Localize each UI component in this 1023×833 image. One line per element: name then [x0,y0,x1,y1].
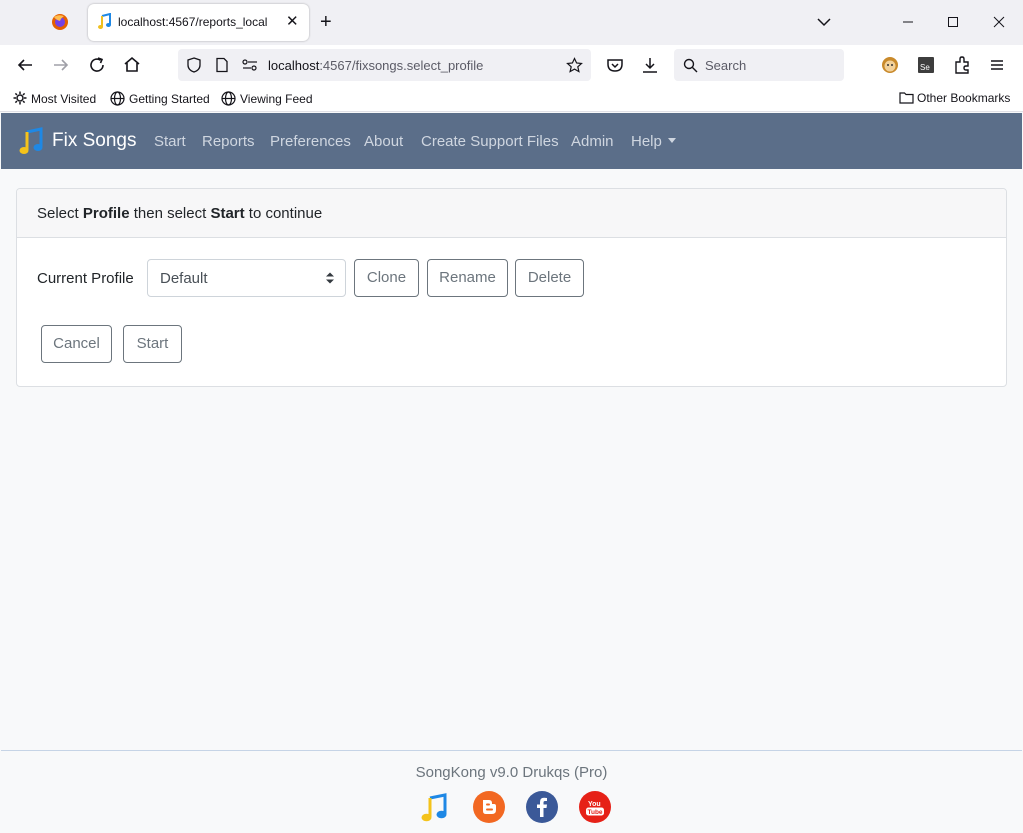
reload-icon[interactable] [85,53,109,77]
clone-button[interactable]: Clone [354,259,419,297]
songkong-icon[interactable] [419,791,451,823]
start-button[interactable]: Start [123,325,182,363]
card-instruction: Select Profile then select Start to cont… [37,205,322,222]
bookmarks-toolbar: Most Visited Getting Started Viewing Fee… [0,85,1023,112]
back-icon[interactable] [13,53,37,77]
pocket-icon[interactable] [603,53,627,77]
profile-card: Select Profile then select Start to cont… [16,188,1007,387]
tab-strip: localhost:4567/reports_local ✕ + [0,0,1023,45]
home-icon[interactable] [120,53,144,77]
instruction-part: to continue [244,205,323,222]
instruction-profile: Profile [82,205,130,222]
bookmark-label: Viewing Feed [240,92,313,106]
search-placeholder: Search [705,58,747,73]
cancel-button[interactable]: Cancel [41,325,112,363]
delete-button[interactable]: Delete [515,259,584,297]
folder-icon [899,92,914,104]
caret-down-icon [667,138,676,143]
tab-title: localhost:4567/reports_local [118,15,268,29]
globe-icon [110,91,125,106]
nav-start[interactable]: Start [154,133,186,150]
firefox-icon[interactable] [50,12,70,32]
nav-preferences[interactable]: Preferences [270,133,351,150]
url-host: localhost [268,58,320,73]
facebook-icon[interactable] [526,791,558,823]
nav-reports[interactable]: Reports [202,133,255,150]
blogger-icon[interactable] [473,791,505,823]
profile-select-value: Default [160,270,208,287]
page-icon[interactable] [214,57,230,73]
bookmark-getting-started[interactable]: Getting Started [110,91,210,106]
permissions-icon[interactable] [241,57,259,73]
bookmark-most-visited[interactable]: Most Visited [13,91,96,106]
window-close-icon[interactable] [987,10,1011,34]
songkong-logo-icon[interactable] [18,126,46,156]
nav-create-support-files[interactable]: Create Support Files [421,133,559,150]
close-tab-icon[interactable]: ✕ [286,13,299,31]
selenium-ide-icon[interactable]: Se [914,53,938,77]
extension-monkey-icon[interactable] [878,53,902,77]
select-arrows-icon [326,272,334,284]
svg-text:Se: Se [920,63,930,72]
instruction-start: Start [210,205,245,222]
nav-about[interactable]: About [364,133,403,150]
url-bar[interactable]: localhost:4567/fixsongs.select_profile [178,49,591,81]
bookmark-viewing-feed[interactable]: Viewing Feed [221,91,313,106]
songkong-favicon [98,13,111,29]
download-icon[interactable] [638,53,662,77]
rename-button[interactable]: Rename [427,259,508,297]
forward-icon[interactable] [49,53,73,77]
bookmark-label: Getting Started [129,92,210,106]
search-input[interactable]: Search [674,49,844,81]
app-navbar: Fix Songs Start Reports Preferences Abou… [1,113,1022,169]
nav-help-label: Help [631,133,662,150]
bookmark-other[interactable]: Other Bookmarks [899,91,1010,105]
gear-icon [13,91,27,105]
url-text: localhost:4567/fixsongs.select_profile [268,58,483,73]
active-tab[interactable]: localhost:4567/reports_local ✕ [88,4,309,41]
menu-icon[interactable] [985,53,1009,77]
youtube-icon[interactable]: You Tube [579,791,611,823]
current-profile-label: Current Profile [37,270,134,287]
svg-text:You: You [588,801,601,808]
nav-help[interactable]: Help [631,133,676,150]
globe-icon [221,91,236,106]
browser-window: localhost:4567/reports_local ✕ + localho… [0,0,1023,833]
minimize-icon[interactable] [896,10,920,34]
bookmark-label: Most Visited [31,92,97,106]
nav-admin[interactable]: Admin [571,133,614,150]
instruction-part: Select [37,205,83,222]
extensions-icon[interactable] [950,53,974,77]
chevron-down-icon[interactable] [814,12,834,32]
new-tab-button[interactable]: + [320,10,332,34]
shield-icon[interactable] [186,57,202,73]
brand-title[interactable]: Fix Songs [52,130,136,152]
profile-select[interactable]: Default [147,259,346,297]
bookmark-label: Other Bookmarks [917,91,1011,105]
footer: SongKong v9.0 Drukqs (Pro) You Tube [1,750,1022,833]
url-path: :4567/fixsongs.select_profile [319,58,484,73]
bookmark-star-icon[interactable] [566,57,583,74]
search-icon [683,58,698,73]
card-header: Select Profile then select Start to cont… [17,189,1006,238]
version-text: SongKong v9.0 Drukqs (Pro) [415,764,608,781]
instruction-part: then select [129,205,211,222]
maximize-icon[interactable] [941,10,965,34]
navigation-toolbar: localhost:4567/fixsongs.select_profile S… [0,45,1023,85]
svg-text:Tube: Tube [588,809,603,816]
